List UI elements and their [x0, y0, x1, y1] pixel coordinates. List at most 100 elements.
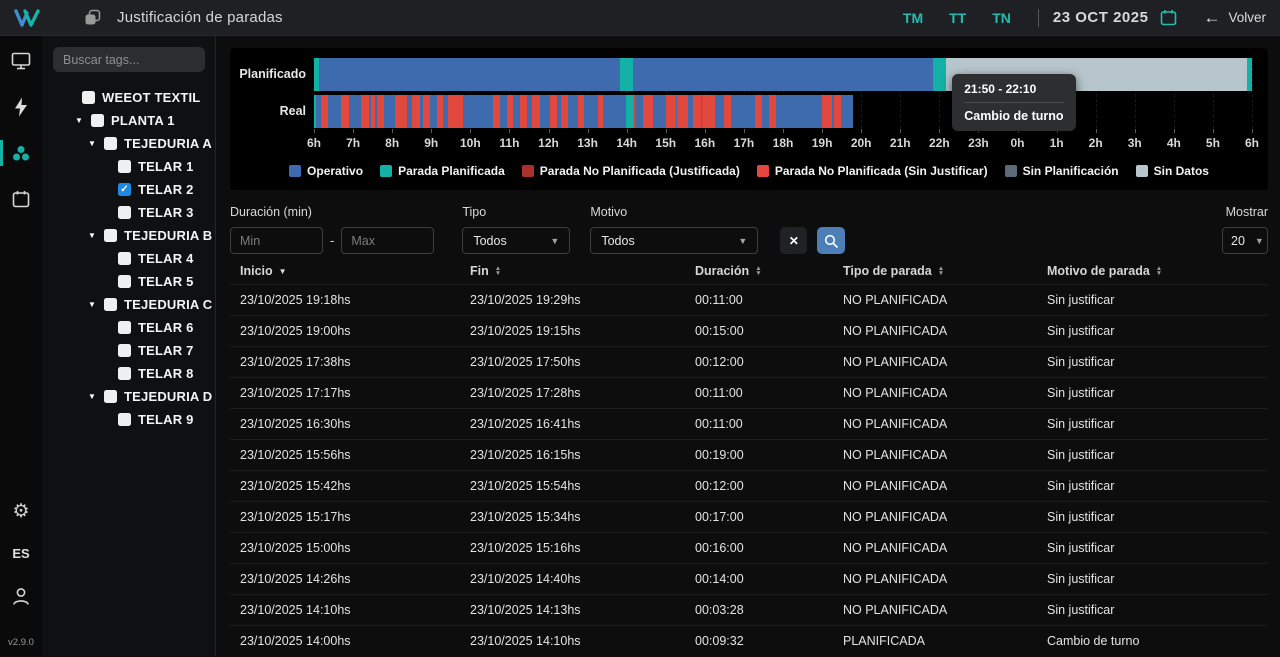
tree-node[interactable]: TELAR 4	[42, 247, 215, 270]
real-segment[interactable]	[841, 95, 854, 128]
real-segment[interactable]	[395, 95, 407, 128]
table-row[interactable]: 23/10/2025 15:42hs23/10/2025 15:54hs00:1…	[230, 470, 1268, 501]
shift-tt-button[interactable]: TT	[949, 10, 966, 26]
sort-icon[interactable]: ▲▼	[938, 266, 944, 276]
tree-node[interactable]: WEEOT TEXTIL	[42, 86, 215, 109]
checkbox[interactable]: ✓	[118, 183, 131, 196]
column-header[interactable]: Inicio▼	[230, 264, 460, 278]
real-segment[interactable]	[755, 95, 762, 128]
real-segment[interactable]	[653, 95, 666, 128]
table-row[interactable]: 23/10/2025 14:26hs23/10/2025 14:40hs00:1…	[230, 563, 1268, 594]
real-segment[interactable]	[520, 95, 527, 128]
real-segment[interactable]	[822, 95, 832, 128]
real-segment[interactable]	[412, 95, 420, 128]
expander-icon[interactable]: ▼	[87, 300, 97, 309]
tree-node[interactable]: ▼TEJEDURIA A	[42, 132, 215, 155]
table-row[interactable]: 23/10/2025 15:56hs23/10/2025 16:15hs00:1…	[230, 439, 1268, 470]
real-segment[interactable]	[769, 95, 777, 128]
checkbox[interactable]	[118, 160, 131, 173]
language-button[interactable]: ES	[12, 546, 29, 561]
planificado-segment[interactable]	[933, 58, 946, 91]
tree-node[interactable]: ▼TEJEDURIA D	[42, 385, 215, 408]
real-segment[interactable]	[377, 95, 385, 128]
real-segment[interactable]	[834, 95, 841, 128]
real-segment[interactable]	[349, 95, 361, 128]
table-row[interactable]: 23/10/2025 15:17hs23/10/2025 15:34hs00:1…	[230, 501, 1268, 532]
tree-node[interactable]: TELAR 9	[42, 408, 215, 431]
shift-tm-button[interactable]: TM	[903, 10, 923, 26]
real-segment[interactable]	[561, 95, 568, 128]
pages-icon[interactable]	[84, 9, 101, 26]
real-segment[interactable]	[724, 95, 731, 128]
table-row[interactable]: 23/10/2025 19:00hs23/10/2025 19:15hs00:1…	[230, 315, 1268, 346]
checkbox[interactable]	[118, 275, 131, 288]
tree-node[interactable]: ✓TELAR 2	[42, 178, 215, 201]
real-segment[interactable]	[776, 95, 822, 128]
search-input[interactable]	[53, 47, 205, 72]
tree-node[interactable]: TELAR 6	[42, 316, 215, 339]
app-logo[interactable]	[14, 7, 44, 29]
real-segment[interactable]	[423, 95, 430, 128]
search-button[interactable]	[817, 227, 845, 254]
motivo-select[interactable]: Todos ▼	[590, 227, 758, 254]
checkbox[interactable]	[104, 229, 117, 242]
tree-node[interactable]: ▼PLANTA 1	[42, 109, 215, 132]
monitor-icon[interactable]	[0, 50, 42, 72]
checkbox[interactable]	[118, 344, 131, 357]
checkbox[interactable]	[118, 367, 131, 380]
max-duration-input[interactable]	[341, 227, 434, 254]
tree-node[interactable]: TELAR 3	[42, 201, 215, 224]
real-segment[interactable]	[643, 95, 652, 128]
real-segment[interactable]	[430, 95, 437, 128]
sort-icon[interactable]: ▲▼	[495, 266, 501, 276]
expander-icon[interactable]: ▼	[87, 231, 97, 240]
tree-node[interactable]: TELAR 5	[42, 270, 215, 293]
schedule-icon[interactable]	[0, 188, 42, 210]
user-icon[interactable]	[0, 585, 42, 607]
table-row[interactable]: 23/10/2025 17:17hs23/10/2025 17:28hs00:1…	[230, 377, 1268, 408]
table-row[interactable]: 23/10/2025 17:38hs23/10/2025 17:50hs00:1…	[230, 346, 1268, 377]
real-segment[interactable]	[500, 95, 507, 128]
shift-tn-button[interactable]: TN	[992, 10, 1011, 26]
real-segment[interactable]	[321, 95, 328, 128]
checkbox[interactable]	[91, 114, 104, 127]
tree-node[interactable]: TELAR 7	[42, 339, 215, 362]
checkbox[interactable]	[104, 390, 117, 403]
real-segment[interactable]	[448, 95, 463, 128]
sort-desc-icon[interactable]: ▼	[279, 267, 287, 276]
tipo-select[interactable]: Todos ▼	[462, 227, 570, 254]
planificado-segment[interactable]	[319, 58, 620, 91]
checkbox[interactable]	[82, 91, 95, 104]
real-segment[interactable]	[361, 95, 369, 128]
real-segment[interactable]	[513, 95, 520, 128]
expander-icon[interactable]: ▼	[87, 392, 97, 401]
real-segment[interactable]	[341, 95, 349, 128]
planificado-segment[interactable]	[620, 58, 633, 91]
table-row[interactable]: 23/10/2025 14:00hs23/10/2025 14:10hs00:0…	[230, 625, 1268, 656]
real-segment[interactable]	[384, 95, 394, 128]
real-segment[interactable]	[540, 95, 550, 128]
clear-filters-button[interactable]: ✕	[780, 227, 807, 254]
table-row[interactable]: 23/10/2025 14:10hs23/10/2025 14:13hs00:0…	[230, 594, 1268, 625]
real-segment[interactable]	[693, 95, 701, 128]
real-segment[interactable]	[568, 95, 578, 128]
real-segment[interactable]	[550, 95, 557, 128]
expander-icon[interactable]: ▼	[74, 116, 84, 125]
cluster-icon[interactable]	[0, 142, 42, 164]
back-button[interactable]: ← Volver	[1203, 8, 1266, 28]
planificado-segment[interactable]	[1247, 58, 1252, 91]
sort-icon[interactable]: ▲▼	[755, 266, 761, 276]
checkbox[interactable]	[104, 137, 117, 150]
tree-node[interactable]: TELAR 1	[42, 155, 215, 178]
checkbox[interactable]	[118, 206, 131, 219]
real-segment[interactable]	[635, 95, 643, 128]
calendar-icon[interactable]	[1160, 9, 1177, 26]
tree-node[interactable]: ▼TEJEDURIA C	[42, 293, 215, 316]
expander-icon[interactable]: ▼	[87, 139, 97, 148]
settings-icon[interactable]: ⚙	[0, 500, 42, 522]
real-segment[interactable]	[715, 95, 725, 128]
real-segment[interactable]	[677, 95, 688, 128]
column-header[interactable]: Duración▲▼	[685, 264, 833, 278]
checkbox[interactable]	[104, 298, 117, 311]
table-row[interactable]: 23/10/2025 16:30hs23/10/2025 16:41hs00:1…	[230, 408, 1268, 439]
